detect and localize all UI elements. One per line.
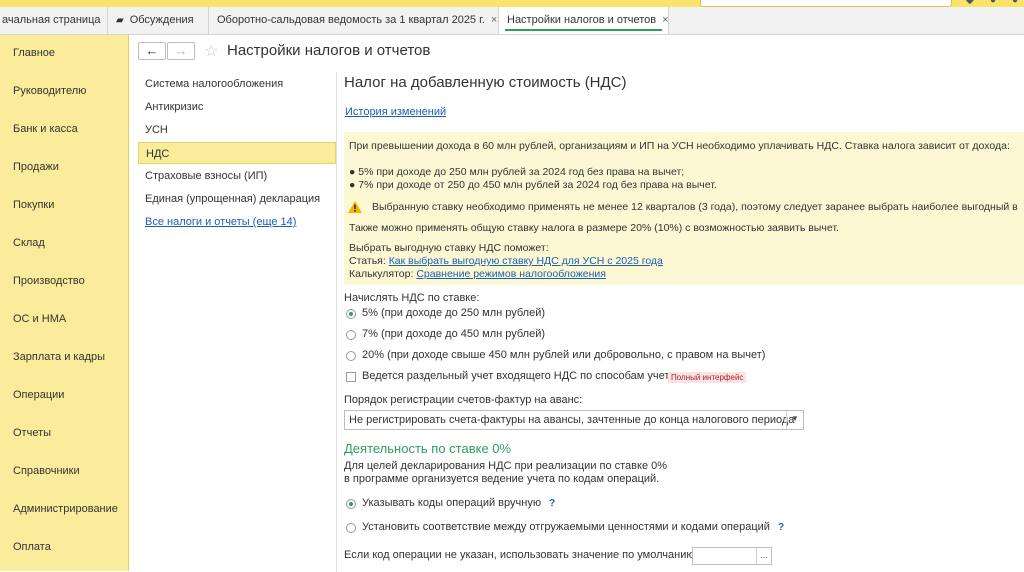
sidebar-item-production[interactable]: Производство (13, 275, 85, 287)
info-text: Также можно применять общую ставку налог… (349, 222, 839, 234)
history-link[interactable]: История изменений (345, 106, 446, 118)
rate-5-label[interactable]: 5% (при доходе до 250 млн рублей) (362, 307, 545, 319)
sidebar-item-assets[interactable]: ОС и НМА (13, 313, 66, 325)
section-title: Налог на добавленную стоимость (НДС) (344, 74, 627, 91)
zero-rate-desc: Для целей декларирования НДС при реализа… (344, 460, 668, 472)
sidebar-item-operations[interactable]: Операции (13, 389, 64, 401)
history-icon[interactable]: ● (990, 0, 996, 6)
sidebar-item-sales[interactable]: Продажи (13, 161, 59, 173)
default-code-label: Если код операции не указан, использоват… (344, 549, 698, 561)
tab-bar: ачальная страница ▰ Обсуждения Оборотно-с… (0, 7, 1024, 35)
page-title: Настройки налогов и отчетов (227, 42, 431, 59)
separate-accounting-checkbox[interactable] (346, 372, 356, 382)
section-all-taxes-link[interactable]: Все налоги и отчеты (еще 14) (138, 211, 336, 233)
mapping-radio[interactable] (346, 523, 356, 533)
help-icon[interactable]: ? (778, 522, 784, 533)
calculator-link[interactable]: Сравнение режимов налогообложения (416, 268, 606, 280)
rate-7-radio[interactable] (346, 330, 356, 340)
select-button[interactable]: ... (756, 548, 771, 564)
sidebar-item-reports[interactable]: Отчеты (13, 427, 51, 439)
invoice-value: Не регистрировать счета-фактуры на аванс… (349, 414, 795, 426)
tab-discussions[interactable]: ▰ Обсуждения (108, 7, 209, 34)
tab-label: ачальная страница (2, 14, 101, 26)
article-label: Статья: (349, 255, 386, 267)
help-icon[interactable]: ? (549, 498, 555, 509)
forward-button[interactable]: → (167, 42, 195, 60)
info-box: При превышении дохода в 60 млн рублей, о… (344, 132, 1024, 285)
sidebar-item-warehouse[interactable]: Склад (13, 237, 45, 249)
section-anticrisis[interactable]: Антикризис (138, 96, 336, 118)
star-icon[interactable]: ☆ (204, 41, 218, 61)
article-link[interactable]: Как выбрать выгодную ставку НДС для УСН … (389, 255, 663, 267)
calculator-label: Калькулятор: (349, 268, 414, 280)
warning-icon (348, 201, 362, 213)
rate-20-radio[interactable] (346, 351, 356, 361)
tab-home[interactable]: ачальная страница (0, 7, 108, 34)
rate-label: Начислять НДС по ставке: (344, 292, 480, 304)
sidebar-item-admin[interactable]: Администрирование (13, 503, 118, 515)
section-unified-declaration[interactable]: Единая (упрощенная) декларация (138, 188, 336, 210)
sidebar: Главное Руководителю Банк и касса Продаж… (0, 35, 129, 571)
default-code-input[interactable]: ... (692, 547, 772, 565)
info-text: Выбрать выгодную ставку НДС поможет: (349, 242, 549, 254)
article-row: Статья: Как выбрать выгодную ставку НДС … (349, 255, 663, 267)
section-insurance[interactable]: Страховые взносы (ИП) (138, 165, 336, 187)
manual-codes-label[interactable]: Указывать коды операций вручную ? (362, 497, 555, 509)
menu-icon[interactable]: ● (1012, 0, 1018, 6)
warning-text: Выбранную ставку необходимо применять не… (372, 201, 1018, 213)
sidebar-item-bank[interactable]: Банк и касса (13, 123, 78, 135)
calculator-row: Калькулятор: Сравнение режимов налогообл… (349, 268, 606, 280)
info-text: При превышении дохода в 60 млн рублей, о… (349, 140, 1010, 152)
sidebar-item-catalogs[interactable]: Справочники (13, 465, 80, 477)
section-tax-system[interactable]: Система налогообложения (138, 73, 336, 95)
bell-icon[interactable]: ◆ (966, 0, 974, 6)
info-bullet: ● 5% при доходе до 250 млн рублей за 202… (349, 166, 685, 178)
invoice-label: Порядок регистрации счетов-фактур на ава… (344, 394, 583, 406)
close-icon[interactable]: × (491, 14, 497, 26)
full-interface-badge: Полный интерфейс (668, 372, 747, 383)
tab-label: Оборотно-сальдовая ведомость за 1 кварта… (217, 14, 485, 26)
tab-label: Обсуждения (129, 14, 194, 26)
sidebar-item-purchases[interactable]: Покупки (13, 199, 54, 211)
search-input[interactable] (700, 0, 952, 7)
mapping-text: Установить соответствие между отгружаемы… (362, 521, 770, 533)
rate-7-label[interactable]: 7% (при доходе до 450 млн рублей) (362, 328, 545, 340)
chevron-down-icon[interactable]: ▼ (786, 411, 803, 429)
vat-panel: Налог на добавленную стоимость (НДС) Ист… (344, 72, 1024, 571)
zero-rate-title: Деятельность по ставке 0% (344, 441, 512, 456)
zero-rate-desc: в программе организуется ведение учета п… (344, 473, 660, 485)
sidebar-item-salary[interactable]: Зарплата и кадры (13, 351, 105, 363)
sidebar-item-payment[interactable]: Оплата (13, 541, 51, 553)
section-vat[interactable]: НДС (138, 142, 336, 164)
chat-icon: ▰ (116, 15, 124, 26)
sidebar-item-manager[interactable]: Руководителю (13, 85, 86, 97)
top-bar: ◆ ● ● (0, 0, 1024, 7)
back-button[interactable]: ← (138, 42, 166, 60)
invoice-select[interactable]: Не регистрировать счета-фактуры на аванс… (344, 410, 804, 430)
sidebar-item-main[interactable]: Главное (13, 47, 55, 59)
manual-codes-radio[interactable] (346, 499, 356, 509)
section-usn[interactable]: УСН (138, 119, 336, 141)
rate-5-radio[interactable] (346, 309, 356, 319)
tab-turnover[interactable]: Оборотно-сальдовая ведомость за 1 кварта… (209, 7, 499, 34)
close-icon[interactable]: × (662, 14, 668, 26)
tab-tax-settings[interactable]: Настройки налогов и отчетов × (499, 7, 669, 34)
section-list: Система налогообложения Антикризис УСН Н… (138, 72, 337, 572)
mapping-label[interactable]: Установить соответствие между отгружаемы… (362, 521, 784, 533)
tab-label: Настройки налогов и отчетов (507, 14, 657, 26)
manual-codes-text: Указывать коды операций вручную (362, 497, 542, 509)
separate-accounting-label[interactable]: Ведется раздельный учет входящего НДС по… (362, 370, 675, 382)
info-bullet: ● 7% при доходе от 250 до 450 млн рублей… (349, 179, 717, 191)
rate-20-label[interactable]: 20% (при доходе свыше 450 млн рублей или… (362, 349, 765, 361)
